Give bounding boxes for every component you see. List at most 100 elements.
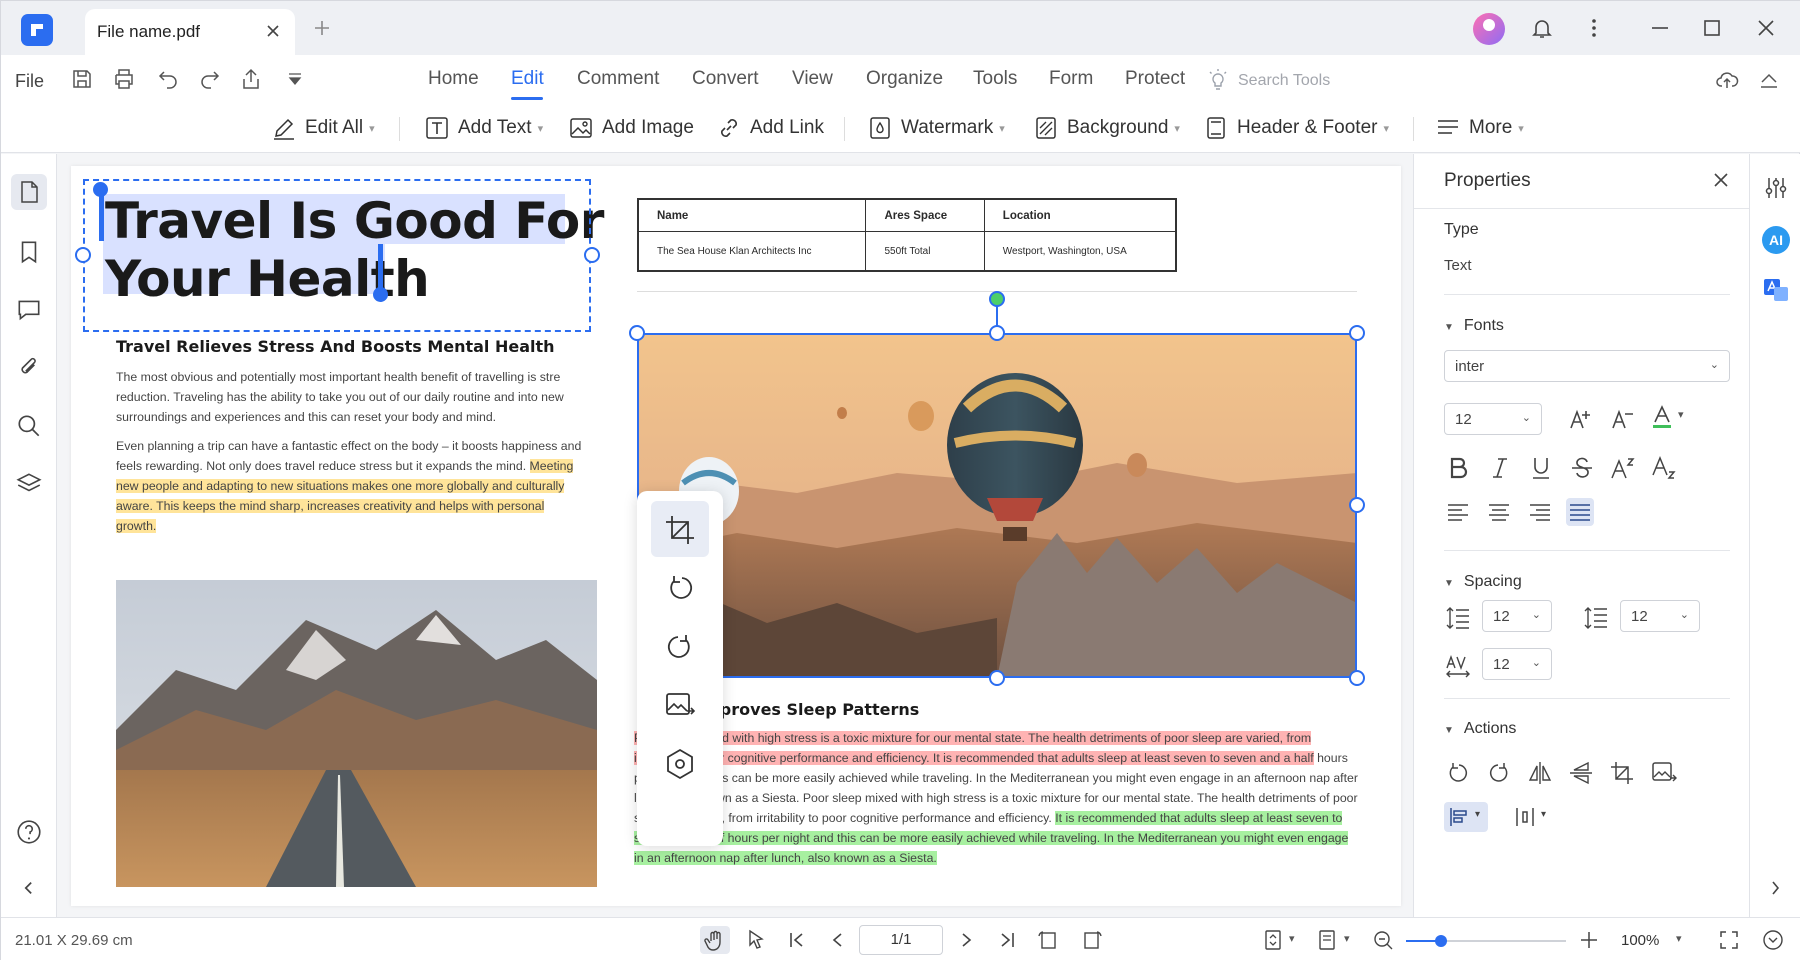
tab-protect[interactable]: Protect (1125, 68, 1185, 90)
underline-icon[interactable] (1527, 454, 1555, 482)
fit-dropdown-icon[interactable]: ▾ (1289, 932, 1295, 945)
close-icon[interactable] (1709, 168, 1733, 192)
add-link-button[interactable]: Add Link (716, 113, 824, 143)
tab-home[interactable]: Home (428, 68, 479, 90)
font-color-icon[interactable] (1648, 403, 1676, 431)
align-justify-icon[interactable] (1566, 498, 1594, 526)
font-color-dropdown-icon[interactable]: ▾ (1678, 408, 1684, 421)
previous-page-icon[interactable] (826, 928, 850, 952)
paragraph-spacing-select[interactable]: 12 ⌄ (1620, 600, 1700, 632)
tab-view[interactable]: View (792, 68, 833, 90)
fonts-section-header[interactable]: ▼ Fonts (1444, 317, 1504, 335)
select-tool-icon[interactable] (745, 928, 769, 952)
tab-tools[interactable]: Tools (973, 68, 1017, 90)
strikethrough-icon[interactable] (1568, 454, 1596, 482)
more-button[interactable]: More ▾ (1435, 113, 1524, 143)
extract-image-icon[interactable] (663, 747, 697, 781)
resize-handle-left[interactable] (75, 247, 91, 263)
tab-convert[interactable]: Convert (692, 68, 759, 90)
rotate-right-icon[interactable] (663, 631, 697, 665)
page-number-input[interactable]: 1/1 (859, 925, 943, 955)
zoom-dropdown-icon[interactable]: ▾ (1676, 932, 1682, 945)
align-center-icon[interactable] (1485, 498, 1513, 526)
resize-handle-top-left[interactable] (629, 325, 645, 341)
fit-page-icon[interactable] (1261, 928, 1285, 952)
font-family-select[interactable]: inter ⌄ (1444, 350, 1730, 382)
rotate-page-right-icon[interactable] (1080, 928, 1104, 952)
page-layout-icon[interactable] (1315, 928, 1339, 952)
flip-vertical-icon[interactable] (1567, 759, 1595, 787)
ai-assistant-icon[interactable]: AI (1762, 226, 1790, 254)
rotate-page-left-icon[interactable] (1036, 928, 1060, 952)
line-spacing-select[interactable]: 12 ⌄ (1482, 600, 1552, 632)
bookmark-icon[interactable] (15, 238, 43, 266)
redo-icon[interactable] (197, 66, 223, 92)
bell-icon[interactable] (1529, 15, 1555, 41)
distribute-objects-button[interactable]: ▾ (1510, 802, 1554, 832)
close-window-icon[interactable] (1753, 15, 1779, 41)
first-page-icon[interactable] (785, 928, 809, 952)
scroll-down-icon[interactable] (1761, 928, 1785, 952)
add-text-button[interactable]: Add Text ▾ (424, 113, 543, 143)
hand-tool-icon[interactable] (700, 926, 730, 954)
collapse-left-icon[interactable] (15, 874, 43, 902)
italic-icon[interactable] (1486, 454, 1514, 482)
tab-organize[interactable]: Organize (866, 68, 943, 90)
watermark-button[interactable]: Watermark ▾ (867, 113, 1005, 143)
mountain-road-image[interactable] (116, 580, 597, 887)
layout-dropdown-icon[interactable]: ▾ (1344, 932, 1350, 945)
resize-handle-top[interactable] (989, 325, 1005, 341)
resize-handle-bottom-right[interactable] (1349, 670, 1365, 686)
align-right-icon[interactable] (1526, 498, 1554, 526)
close-icon[interactable] (263, 21, 283, 41)
quick-access-dropdown-icon[interactable] (282, 66, 308, 92)
minimize-icon[interactable] (1647, 15, 1673, 41)
header-footer-button[interactable]: Header & Footer ▾ (1203, 113, 1389, 143)
tab-form[interactable]: Form (1049, 68, 1093, 90)
document-tab[interactable]: File name.pdf (85, 9, 295, 55)
bold-icon[interactable] (1444, 454, 1472, 482)
zoom-in-icon[interactable] (1577, 928, 1601, 952)
replace-image-icon[interactable] (1650, 759, 1678, 787)
page-thumbnail-icon[interactable] (11, 174, 47, 210)
help-icon[interactable] (15, 818, 43, 846)
resize-handle-bottom[interactable] (989, 670, 1005, 686)
decrease-font-size-icon[interactable] (1608, 405, 1636, 433)
collapse-ribbon-icon[interactable] (1756, 67, 1782, 93)
align-left-icon[interactable] (1444, 498, 1472, 526)
add-image-button[interactable]: Add Image (568, 113, 694, 143)
background-button[interactable]: Background ▾ (1033, 113, 1180, 143)
next-page-icon[interactable] (954, 928, 978, 952)
resize-handle-top-right[interactable] (1349, 325, 1365, 341)
expand-right-icon[interactable] (1762, 874, 1790, 902)
search-icon[interactable] (15, 412, 43, 440)
superscript-icon[interactable] (1609, 454, 1637, 482)
file-menu[interactable]: File (15, 71, 44, 92)
print-icon[interactable] (111, 66, 137, 92)
fullscreen-icon[interactable] (1717, 928, 1741, 952)
zoom-out-icon[interactable] (1371, 928, 1395, 952)
flip-horizontal-icon[interactable] (1526, 759, 1554, 787)
translate-icon[interactable] (1762, 276, 1790, 304)
new-tab-icon[interactable] (311, 17, 333, 39)
rotate-left-icon[interactable] (1444, 759, 1472, 787)
rotate-handle[interactable] (989, 291, 1005, 307)
avatar[interactable] (1473, 13, 1505, 45)
tab-edit[interactable]: Edit (511, 68, 544, 90)
crop-icon[interactable] (1608, 759, 1636, 787)
tab-comment[interactable]: Comment (577, 68, 659, 90)
maximize-icon[interactable] (1699, 15, 1725, 41)
cloud-upload-icon[interactable] (1714, 67, 1740, 93)
rotate-left-icon[interactable] (663, 572, 697, 606)
search-tools-input[interactable]: Search Tools (1238, 72, 1330, 90)
save-icon[interactable] (69, 66, 95, 92)
resize-handle-right[interactable] (584, 247, 600, 263)
increase-font-size-icon[interactable] (1566, 405, 1594, 433)
resize-handle-right[interactable] (1349, 497, 1365, 513)
properties-sliders-icon[interactable] (1762, 174, 1790, 202)
crop-icon[interactable] (663, 513, 697, 547)
zoom-slider[interactable] (1406, 935, 1566, 947)
edit-all-button[interactable]: Edit All ▾ (271, 113, 375, 143)
share-icon[interactable] (238, 66, 264, 92)
actions-section-header[interactable]: ▼ Actions (1444, 720, 1516, 738)
